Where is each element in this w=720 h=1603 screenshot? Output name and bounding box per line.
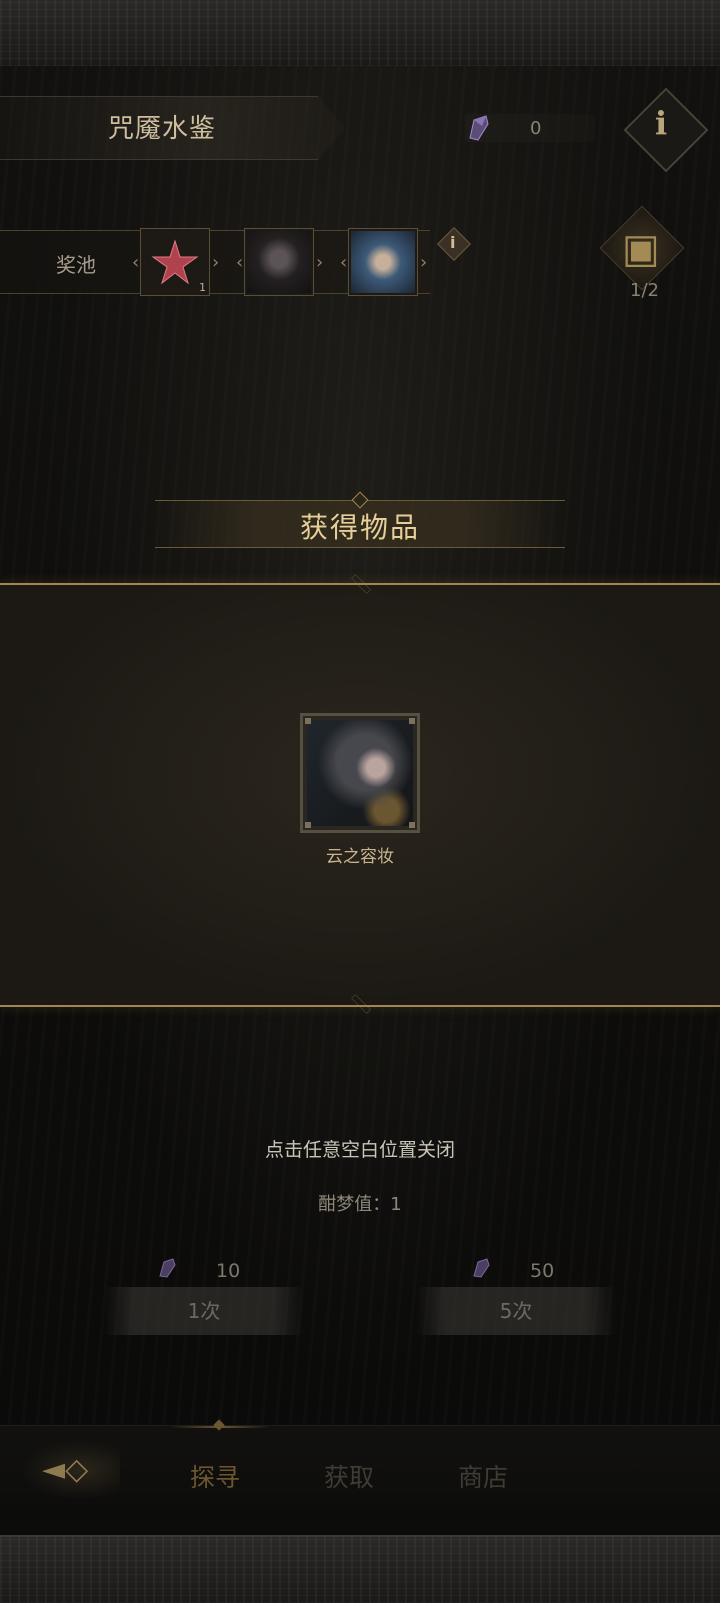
pool-item-blue-portrait[interactable] (348, 228, 418, 296)
modal-title: 获得物品 (299, 511, 420, 544)
back-arrow-icon: ◄◇ (42, 1452, 89, 1487)
prize-pool-label: 奖池 (56, 253, 96, 277)
pool-item-dark-portrait[interactable] (244, 228, 314, 296)
chevron-right-icon: › (212, 252, 220, 273)
close-hint[interactable]: 点击任意空白位置关闭 (0, 1135, 720, 1162)
blue-portrait-item-icon (351, 231, 415, 293)
draw-once-button[interactable]: 1次 (104, 1287, 304, 1335)
info-icon: i (655, 104, 668, 142)
frame-corner (409, 822, 415, 828)
frame-corner (305, 822, 311, 828)
top-frame-border (0, 0, 720, 68)
chevron-right-icon: › (420, 252, 428, 273)
info-icon: i (450, 233, 456, 252)
chevron-left-icon: ‹ (340, 252, 348, 273)
dream-value: 酣梦值：1 (318, 1194, 402, 1215)
crystal-shard-icon (159, 1258, 176, 1278)
chest-progress: 1/2 (630, 280, 659, 301)
draw-five-button[interactable]: 5次 (416, 1287, 616, 1335)
crystal-shard-icon (473, 1258, 490, 1278)
chevron-left-icon: ‹ (236, 252, 244, 273)
tab-explore[interactable]: 探寻 (190, 1458, 240, 1494)
single-draw-cost: 10 (216, 1260, 241, 1282)
page-title: 咒魇水鉴 (108, 114, 217, 144)
item-count: 1 (199, 281, 206, 294)
chevron-right-icon: › (316, 252, 324, 273)
chevron-left-icon: ‹ (132, 252, 140, 273)
bottom-frame-border (0, 1535, 720, 1603)
reward-label: 云之容妆 (326, 847, 394, 867)
currency-value: 0 (530, 118, 542, 139)
dark-portrait-item-icon (247, 231, 311, 293)
pool-item-red-star[interactable]: 1 (140, 228, 210, 296)
treasure-chest-icon: ▣ (622, 226, 660, 272)
frame-corner (409, 718, 415, 724)
tab-obtain[interactable]: 获取 (324, 1458, 374, 1494)
crystal-shard-icon (469, 115, 489, 141)
frame-corner (305, 718, 311, 724)
tab-shop[interactable]: 商店 (458, 1458, 508, 1494)
portrait-reward-icon (307, 720, 413, 826)
reward-item[interactable] (300, 713, 420, 833)
five-draw-cost: 50 (530, 1260, 555, 1282)
